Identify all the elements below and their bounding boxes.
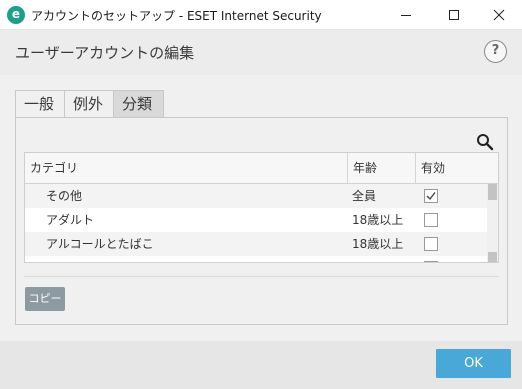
table-scrollbar[interactable]: [487, 184, 498, 262]
category-table: カテゴリ 年齢 有効 その他 全員 アダルト 18歳以上 アルコールとたばこ 1…: [24, 152, 499, 263]
age-cell: 18歳以上: [352, 213, 404, 227]
scrollbar-end[interactable]: [488, 252, 497, 262]
category-cell: アダルト: [46, 213, 95, 227]
tab-exceptions[interactable]: 例外: [64, 90, 114, 118]
minimize-button[interactable]: [383, 0, 429, 30]
column-header-category[interactable]: カテゴリ: [25, 153, 347, 184]
copy-button[interactable]: コピー: [25, 287, 65, 311]
title-bar: e アカウントのセットアップ - ESET Internet Security: [0, 0, 522, 30]
eset-logo-icon: e: [7, 6, 25, 24]
enabled-checkbox[interactable]: [424, 189, 438, 203]
table-row[interactable]: その他 全員: [25, 184, 487, 208]
window-title: アカウントのセットアップ - ESET Internet Security: [31, 9, 322, 23]
page-title: ユーザーアカウントの編集: [15, 44, 195, 62]
search-icon: [477, 134, 494, 151]
dialog-header: ユーザーアカウントの編集 ?: [0, 30, 522, 75]
enabled-checkbox[interactable]: [424, 237, 438, 251]
search-button[interactable]: [474, 131, 496, 153]
checkmark-icon: [426, 192, 436, 201]
close-icon: [493, 9, 505, 21]
age-cell: 18歳以上: [352, 237, 404, 251]
age-cell: 全員: [352, 189, 377, 203]
tab-categories[interactable]: 分類: [113, 90, 164, 118]
table-row[interactable]: アルコールとたばこ 18歳以上: [25, 232, 487, 256]
close-button[interactable]: [476, 0, 522, 30]
category-cell: アルコールとたばこ: [46, 237, 154, 251]
ok-button[interactable]: OK: [436, 349, 511, 378]
maximize-button[interactable]: [431, 0, 477, 30]
tab-general[interactable]: 一般: [15, 90, 65, 118]
column-header-enabled[interactable]: 有効: [415, 153, 487, 184]
column-header-age[interactable]: 年齢: [347, 153, 415, 184]
table-row[interactable]: アダルト 18歳以上: [25, 208, 487, 232]
enabled-checkbox[interactable]: [424, 261, 438, 262]
table-row-partial[interactable]: [25, 256, 487, 262]
help-button[interactable]: ?: [484, 40, 507, 63]
table-header: カテゴリ 年齢 有効: [25, 153, 498, 184]
enabled-checkbox[interactable]: [424, 213, 438, 227]
scrollbar-thumb[interactable]: [488, 184, 497, 200]
minimize-icon: [401, 15, 411, 16]
divider: [24, 276, 499, 277]
category-cell: その他: [46, 189, 83, 203]
maximize-icon: [449, 10, 459, 20]
